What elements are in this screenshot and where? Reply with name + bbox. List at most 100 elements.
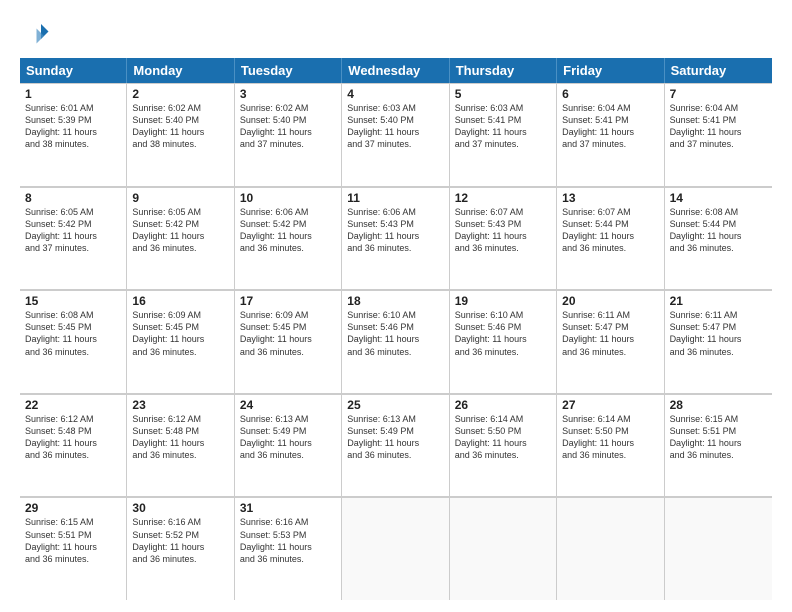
cell-info: Sunrise: 6:03 AM Sunset: 5:41 PM Dayligh…: [455, 102, 551, 151]
day-number: 20: [562, 294, 658, 308]
header-tuesday: Tuesday: [235, 58, 342, 83]
calendar-cell: 19Sunrise: 6:10 AM Sunset: 5:46 PM Dayli…: [450, 290, 557, 393]
calendar-cell: [665, 497, 772, 600]
cell-info: Sunrise: 6:07 AM Sunset: 5:44 PM Dayligh…: [562, 206, 658, 255]
day-number: 10: [240, 191, 336, 205]
calendar-cell: [342, 497, 449, 600]
header: [20, 18, 772, 48]
calendar-body: 1Sunrise: 6:01 AM Sunset: 5:39 PM Daylig…: [20, 83, 772, 600]
calendar-cell: 16Sunrise: 6:09 AM Sunset: 5:45 PM Dayli…: [127, 290, 234, 393]
day-number: 5: [455, 87, 551, 101]
cell-info: Sunrise: 6:08 AM Sunset: 5:44 PM Dayligh…: [670, 206, 767, 255]
calendar-cell: 28Sunrise: 6:15 AM Sunset: 5:51 PM Dayli…: [665, 394, 772, 497]
cell-info: Sunrise: 6:11 AM Sunset: 5:47 PM Dayligh…: [670, 309, 767, 358]
cell-info: Sunrise: 6:10 AM Sunset: 5:46 PM Dayligh…: [347, 309, 443, 358]
cell-info: Sunrise: 6:12 AM Sunset: 5:48 PM Dayligh…: [132, 413, 228, 462]
header-saturday: Saturday: [665, 58, 772, 83]
calendar-cell: 6Sunrise: 6:04 AM Sunset: 5:41 PM Daylig…: [557, 83, 664, 186]
calendar-cell: 23Sunrise: 6:12 AM Sunset: 5:48 PM Dayli…: [127, 394, 234, 497]
day-number: 27: [562, 398, 658, 412]
cell-info: Sunrise: 6:02 AM Sunset: 5:40 PM Dayligh…: [240, 102, 336, 151]
cell-info: Sunrise: 6:14 AM Sunset: 5:50 PM Dayligh…: [562, 413, 658, 462]
calendar-cell: 29Sunrise: 6:15 AM Sunset: 5:51 PM Dayli…: [20, 497, 127, 600]
day-number: 4: [347, 87, 443, 101]
calendar-cell: [450, 497, 557, 600]
cell-info: Sunrise: 6:07 AM Sunset: 5:43 PM Dayligh…: [455, 206, 551, 255]
cell-info: Sunrise: 6:09 AM Sunset: 5:45 PM Dayligh…: [240, 309, 336, 358]
cell-info: Sunrise: 6:13 AM Sunset: 5:49 PM Dayligh…: [240, 413, 336, 462]
day-number: 17: [240, 294, 336, 308]
day-number: 21: [670, 294, 767, 308]
cell-info: Sunrise: 6:15 AM Sunset: 5:51 PM Dayligh…: [25, 516, 121, 565]
cell-info: Sunrise: 6:06 AM Sunset: 5:43 PM Dayligh…: [347, 206, 443, 255]
cell-info: Sunrise: 6:09 AM Sunset: 5:45 PM Dayligh…: [132, 309, 228, 358]
calendar-cell: 1Sunrise: 6:01 AM Sunset: 5:39 PM Daylig…: [20, 83, 127, 186]
cell-info: Sunrise: 6:08 AM Sunset: 5:45 PM Dayligh…: [25, 309, 121, 358]
calendar-header: Sunday Monday Tuesday Wednesday Thursday…: [20, 58, 772, 83]
header-wednesday: Wednesday: [342, 58, 449, 83]
cell-info: Sunrise: 6:05 AM Sunset: 5:42 PM Dayligh…: [132, 206, 228, 255]
day-number: 11: [347, 191, 443, 205]
day-number: 30: [132, 501, 228, 515]
calendar-cell: 7Sunrise: 6:04 AM Sunset: 5:41 PM Daylig…: [665, 83, 772, 186]
calendar-cell: 22Sunrise: 6:12 AM Sunset: 5:48 PM Dayli…: [20, 394, 127, 497]
header-sunday: Sunday: [20, 58, 127, 83]
logo: [20, 18, 54, 48]
calendar: Sunday Monday Tuesday Wednesday Thursday…: [20, 58, 772, 600]
header-monday: Monday: [127, 58, 234, 83]
calendar-cell: 10Sunrise: 6:06 AM Sunset: 5:42 PM Dayli…: [235, 187, 342, 290]
calendar-cell: 5Sunrise: 6:03 AM Sunset: 5:41 PM Daylig…: [450, 83, 557, 186]
calendar-cell: 30Sunrise: 6:16 AM Sunset: 5:52 PM Dayli…: [127, 497, 234, 600]
day-number: 6: [562, 87, 658, 101]
cell-info: Sunrise: 6:05 AM Sunset: 5:42 PM Dayligh…: [25, 206, 121, 255]
day-number: 23: [132, 398, 228, 412]
calendar-cell: 14Sunrise: 6:08 AM Sunset: 5:44 PM Dayli…: [665, 187, 772, 290]
day-number: 7: [670, 87, 767, 101]
day-number: 19: [455, 294, 551, 308]
cell-info: Sunrise: 6:15 AM Sunset: 5:51 PM Dayligh…: [670, 413, 767, 462]
calendar-cell: 9Sunrise: 6:05 AM Sunset: 5:42 PM Daylig…: [127, 187, 234, 290]
day-number: 9: [132, 191, 228, 205]
cell-info: Sunrise: 6:03 AM Sunset: 5:40 PM Dayligh…: [347, 102, 443, 151]
calendar-cell: 17Sunrise: 6:09 AM Sunset: 5:45 PM Dayli…: [235, 290, 342, 393]
day-number: 2: [132, 87, 228, 101]
cell-info: Sunrise: 6:16 AM Sunset: 5:52 PM Dayligh…: [132, 516, 228, 565]
day-number: 31: [240, 501, 336, 515]
calendar-cell: 21Sunrise: 6:11 AM Sunset: 5:47 PM Dayli…: [665, 290, 772, 393]
calendar-cell: 3Sunrise: 6:02 AM Sunset: 5:40 PM Daylig…: [235, 83, 342, 186]
cell-info: Sunrise: 6:01 AM Sunset: 5:39 PM Dayligh…: [25, 102, 121, 151]
cell-info: Sunrise: 6:13 AM Sunset: 5:49 PM Dayligh…: [347, 413, 443, 462]
cell-info: Sunrise: 6:06 AM Sunset: 5:42 PM Dayligh…: [240, 206, 336, 255]
cell-info: Sunrise: 6:11 AM Sunset: 5:47 PM Dayligh…: [562, 309, 658, 358]
calendar-week-1: 1Sunrise: 6:01 AM Sunset: 5:39 PM Daylig…: [20, 83, 772, 187]
calendar-week-4: 22Sunrise: 6:12 AM Sunset: 5:48 PM Dayli…: [20, 394, 772, 498]
day-number: 28: [670, 398, 767, 412]
cell-info: Sunrise: 6:12 AM Sunset: 5:48 PM Dayligh…: [25, 413, 121, 462]
calendar-cell: 31Sunrise: 6:16 AM Sunset: 5:53 PM Dayli…: [235, 497, 342, 600]
day-number: 18: [347, 294, 443, 308]
day-number: 16: [132, 294, 228, 308]
calendar-cell: 27Sunrise: 6:14 AM Sunset: 5:50 PM Dayli…: [557, 394, 664, 497]
logo-icon: [20, 18, 50, 48]
calendar-week-5: 29Sunrise: 6:15 AM Sunset: 5:51 PM Dayli…: [20, 497, 772, 600]
day-number: 15: [25, 294, 121, 308]
cell-info: Sunrise: 6:02 AM Sunset: 5:40 PM Dayligh…: [132, 102, 228, 151]
cell-info: Sunrise: 6:04 AM Sunset: 5:41 PM Dayligh…: [670, 102, 767, 151]
day-number: 24: [240, 398, 336, 412]
cell-info: Sunrise: 6:14 AM Sunset: 5:50 PM Dayligh…: [455, 413, 551, 462]
cell-info: Sunrise: 6:16 AM Sunset: 5:53 PM Dayligh…: [240, 516, 336, 565]
calendar-cell: 20Sunrise: 6:11 AM Sunset: 5:47 PM Dayli…: [557, 290, 664, 393]
day-number: 3: [240, 87, 336, 101]
calendar-cell: 4Sunrise: 6:03 AM Sunset: 5:40 PM Daylig…: [342, 83, 449, 186]
day-number: 22: [25, 398, 121, 412]
day-number: 8: [25, 191, 121, 205]
calendar-cell: 2Sunrise: 6:02 AM Sunset: 5:40 PM Daylig…: [127, 83, 234, 186]
day-number: 25: [347, 398, 443, 412]
calendar-cell: 26Sunrise: 6:14 AM Sunset: 5:50 PM Dayli…: [450, 394, 557, 497]
calendar-cell: 8Sunrise: 6:05 AM Sunset: 5:42 PM Daylig…: [20, 187, 127, 290]
calendar-cell: 24Sunrise: 6:13 AM Sunset: 5:49 PM Dayli…: [235, 394, 342, 497]
day-number: 29: [25, 501, 121, 515]
calendar-week-2: 8Sunrise: 6:05 AM Sunset: 5:42 PM Daylig…: [20, 187, 772, 291]
day-number: 26: [455, 398, 551, 412]
cell-info: Sunrise: 6:10 AM Sunset: 5:46 PM Dayligh…: [455, 309, 551, 358]
